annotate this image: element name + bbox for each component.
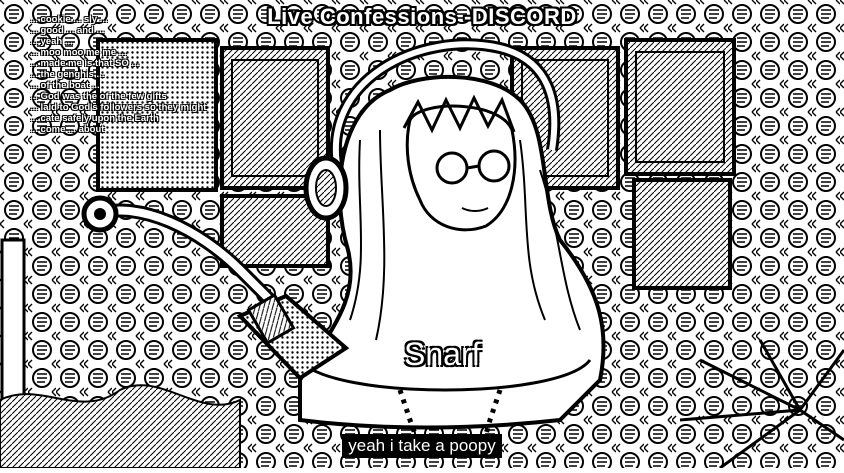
chat-message: ... cate safely upon the Earth (30, 113, 159, 124)
streamer-figure (298, 38, 606, 449)
chat-message: ... yeah ... (30, 36, 73, 47)
chat-overlay: ... cookie ... sly ... ... good ... and … (30, 14, 220, 135)
caption-text: yeah i take a poopy (342, 434, 502, 458)
chat-message: ... God was the of the few gifts (30, 91, 167, 102)
stream-title: Live Confessions -DISCORD (267, 4, 577, 29)
chat-message: ... come ... about (30, 124, 105, 135)
chat-message: ... the genghis ... (30, 69, 105, 80)
streamer-nameplate: Snarf (404, 336, 481, 372)
live-caption: yeah i take a poopy (0, 434, 844, 458)
chat-message: ... of the boat ... (30, 80, 100, 91)
chat-message: ... laid to God's followers so they migh… (30, 102, 207, 113)
chat-message: ... moo moo me me ... (30, 47, 127, 58)
stream-frame: ... cookie ... sly ... ... good ... and … (0, 0, 844, 470)
chat-message: ... made me is that SO ... (30, 58, 140, 69)
